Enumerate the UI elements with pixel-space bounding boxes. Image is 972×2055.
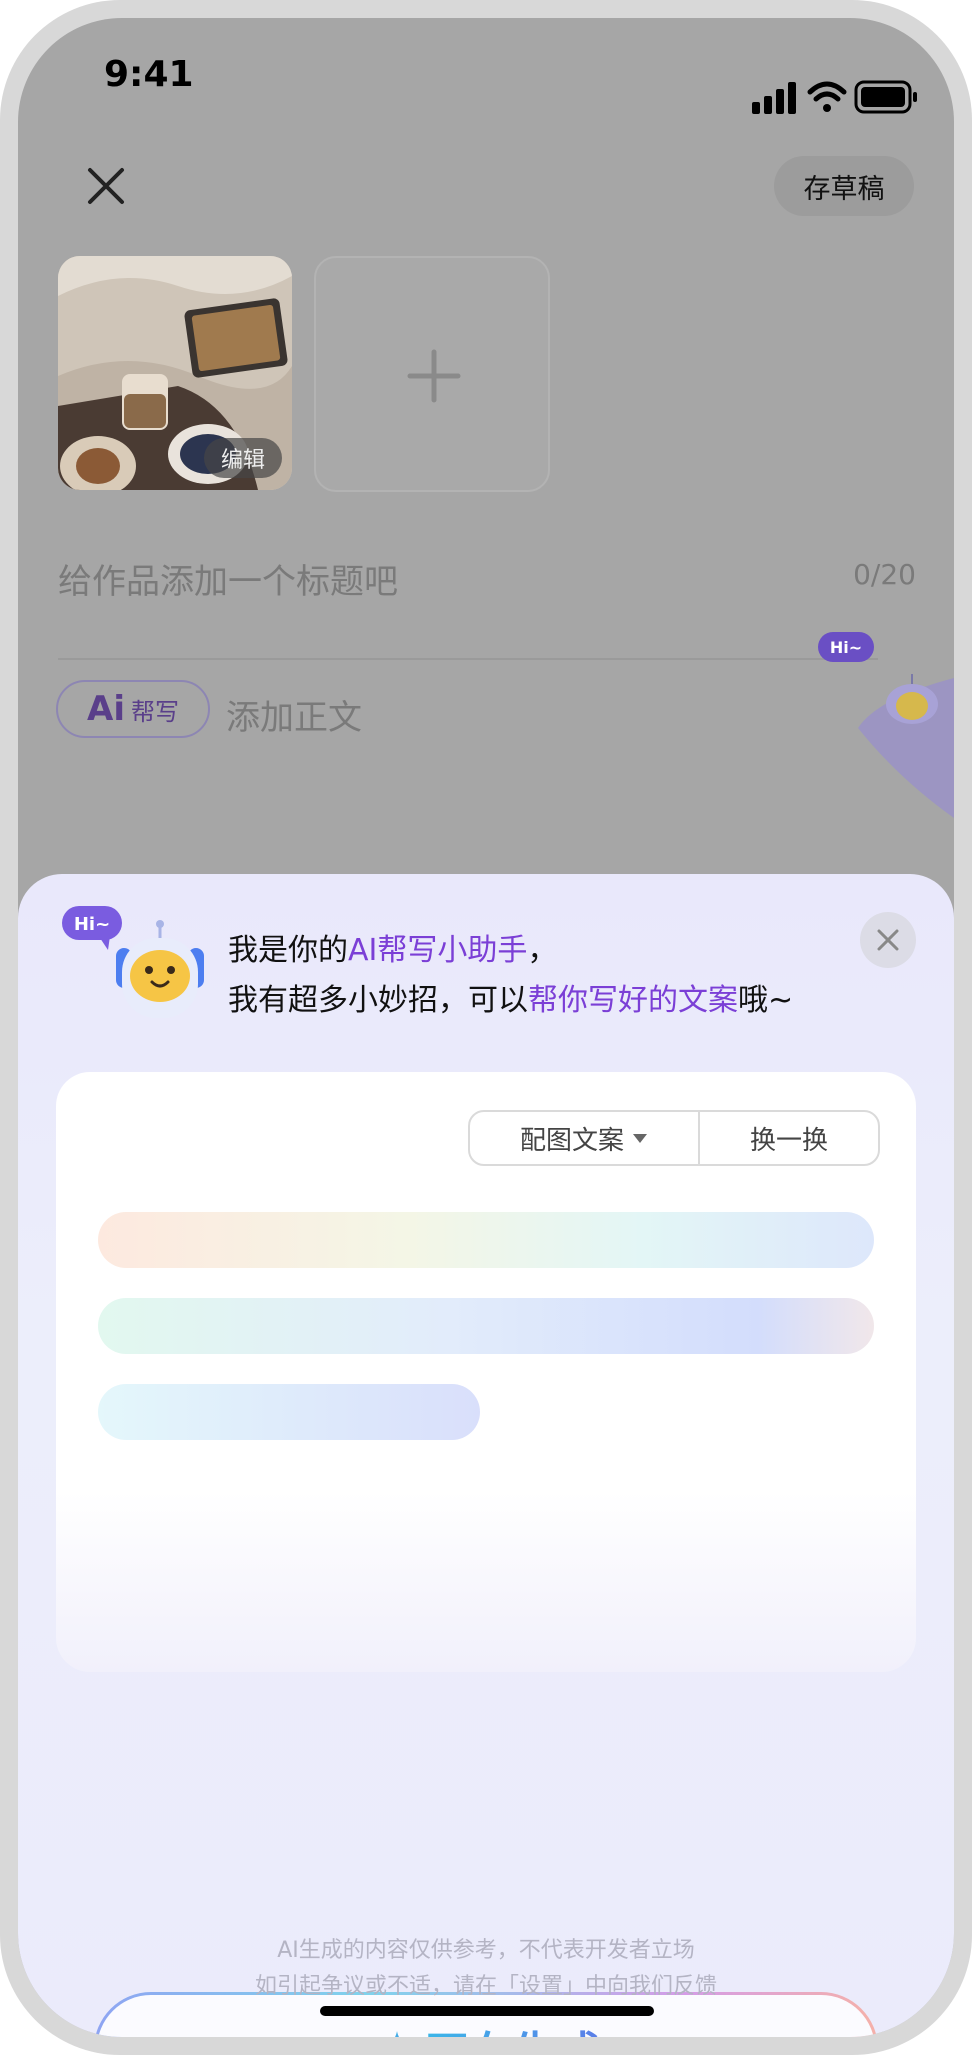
screen: 9:41 存草稿 编辑 给作品添加一个标题吧 0/20 Ai 帮写 添加正文 H… — [18, 18, 954, 2037]
status-bar: 9:41 — [18, 18, 954, 138]
ai-write-label: 帮写 — [130, 697, 179, 726]
edit-photo-button[interactable]: 编辑 — [204, 438, 282, 478]
ai-assistant-sheet: Hi~ 我是你的AI帮写小助手， 我有超多小妙招，可以帮你写好的文案哦~ 配图文… — [18, 874, 954, 2037]
copy-style-label: 配图文案 — [519, 1125, 624, 1156]
loading-skeleton-line — [98, 1212, 874, 1268]
title-char-counter: 0/20 — [853, 558, 916, 591]
disclaimer-line-1: AI生成的内容仅供参考，不代表开发者立场 — [277, 1938, 695, 1963]
status-icons — [752, 80, 917, 114]
intro-text: 哦~ — [738, 983, 794, 1018]
close-icon — [877, 929, 899, 951]
generation-card: 配图文案 换一换 — [56, 1072, 916, 1672]
assistant-intro: 我是你的AI帮写小助手， 我有超多小妙招，可以帮你写好的文案哦~ — [228, 926, 793, 1026]
photo-thumbnail[interactable]: 编辑 — [58, 256, 292, 490]
battery-icon — [854, 80, 917, 114]
sheet-close-button[interactable] — [860, 912, 916, 968]
save-draft-button[interactable]: 存草稿 — [774, 156, 914, 216]
title-input[interactable]: 给作品添加一个标题吧 — [58, 554, 398, 603]
divider — [58, 658, 878, 660]
ai-logo-label: Ai — [87, 689, 125, 729]
generating-label: 正在生成 — [425, 2017, 601, 2037]
home-indicator[interactable] — [320, 2006, 654, 2016]
generating-button-inner: 正在生成 — [97, 1995, 875, 2037]
disclaimer-line-2: 如引起争议或不适，请在「设置」中向我们反馈 — [254, 1974, 717, 1999]
ai-mascot-peek-icon[interactable]: Hi~ — [818, 618, 954, 818]
body-input[interactable]: 添加正文 — [226, 690, 362, 739]
signal-icon — [752, 82, 796, 114]
add-photo-button[interactable] — [314, 256, 550, 492]
intro-text: 我是你的 — [228, 933, 348, 968]
wifi-icon — [807, 81, 847, 112]
copy-options-segment: 配图文案 换一换 — [468, 1110, 880, 1166]
loading-skeleton-line — [98, 1384, 480, 1440]
plus-icon — [407, 349, 461, 403]
intro-highlight: AI帮写小助手 — [348, 933, 528, 968]
sparkle-icon — [395, 2031, 399, 2037]
ai-mascot-icon: Hi~ — [62, 906, 204, 1018]
intro-text: 我有超多小妙招，可以 — [228, 983, 528, 1018]
loading-skeleton-line — [98, 1298, 874, 1354]
hi-bubble-text: Hi~ — [830, 638, 862, 657]
refresh-button[interactable]: 换一换 — [700, 1112, 878, 1164]
hi-bubble-text: Hi~ — [74, 914, 110, 935]
intro-text: ， — [527, 933, 558, 968]
intro-line-1: 我是你的AI帮写小助手， — [228, 926, 793, 976]
phone-frame: 9:41 存草稿 编辑 给作品添加一个标题吧 0/20 Ai 帮写 添加正文 H… — [0, 0, 972, 2055]
copy-style-dropdown[interactable]: 配图文案 — [470, 1112, 700, 1164]
intro-line-2: 我有超多小妙招，可以帮你写好的文案哦~ — [228, 976, 793, 1026]
ai-write-button[interactable]: Ai 帮写 — [56, 680, 210, 738]
intro-highlight: 帮你写好的文案 — [528, 983, 738, 1018]
caret-down-icon — [633, 1134, 647, 1143]
status-time: 9:41 — [104, 54, 194, 95]
close-icon[interactable] — [70, 150, 142, 222]
